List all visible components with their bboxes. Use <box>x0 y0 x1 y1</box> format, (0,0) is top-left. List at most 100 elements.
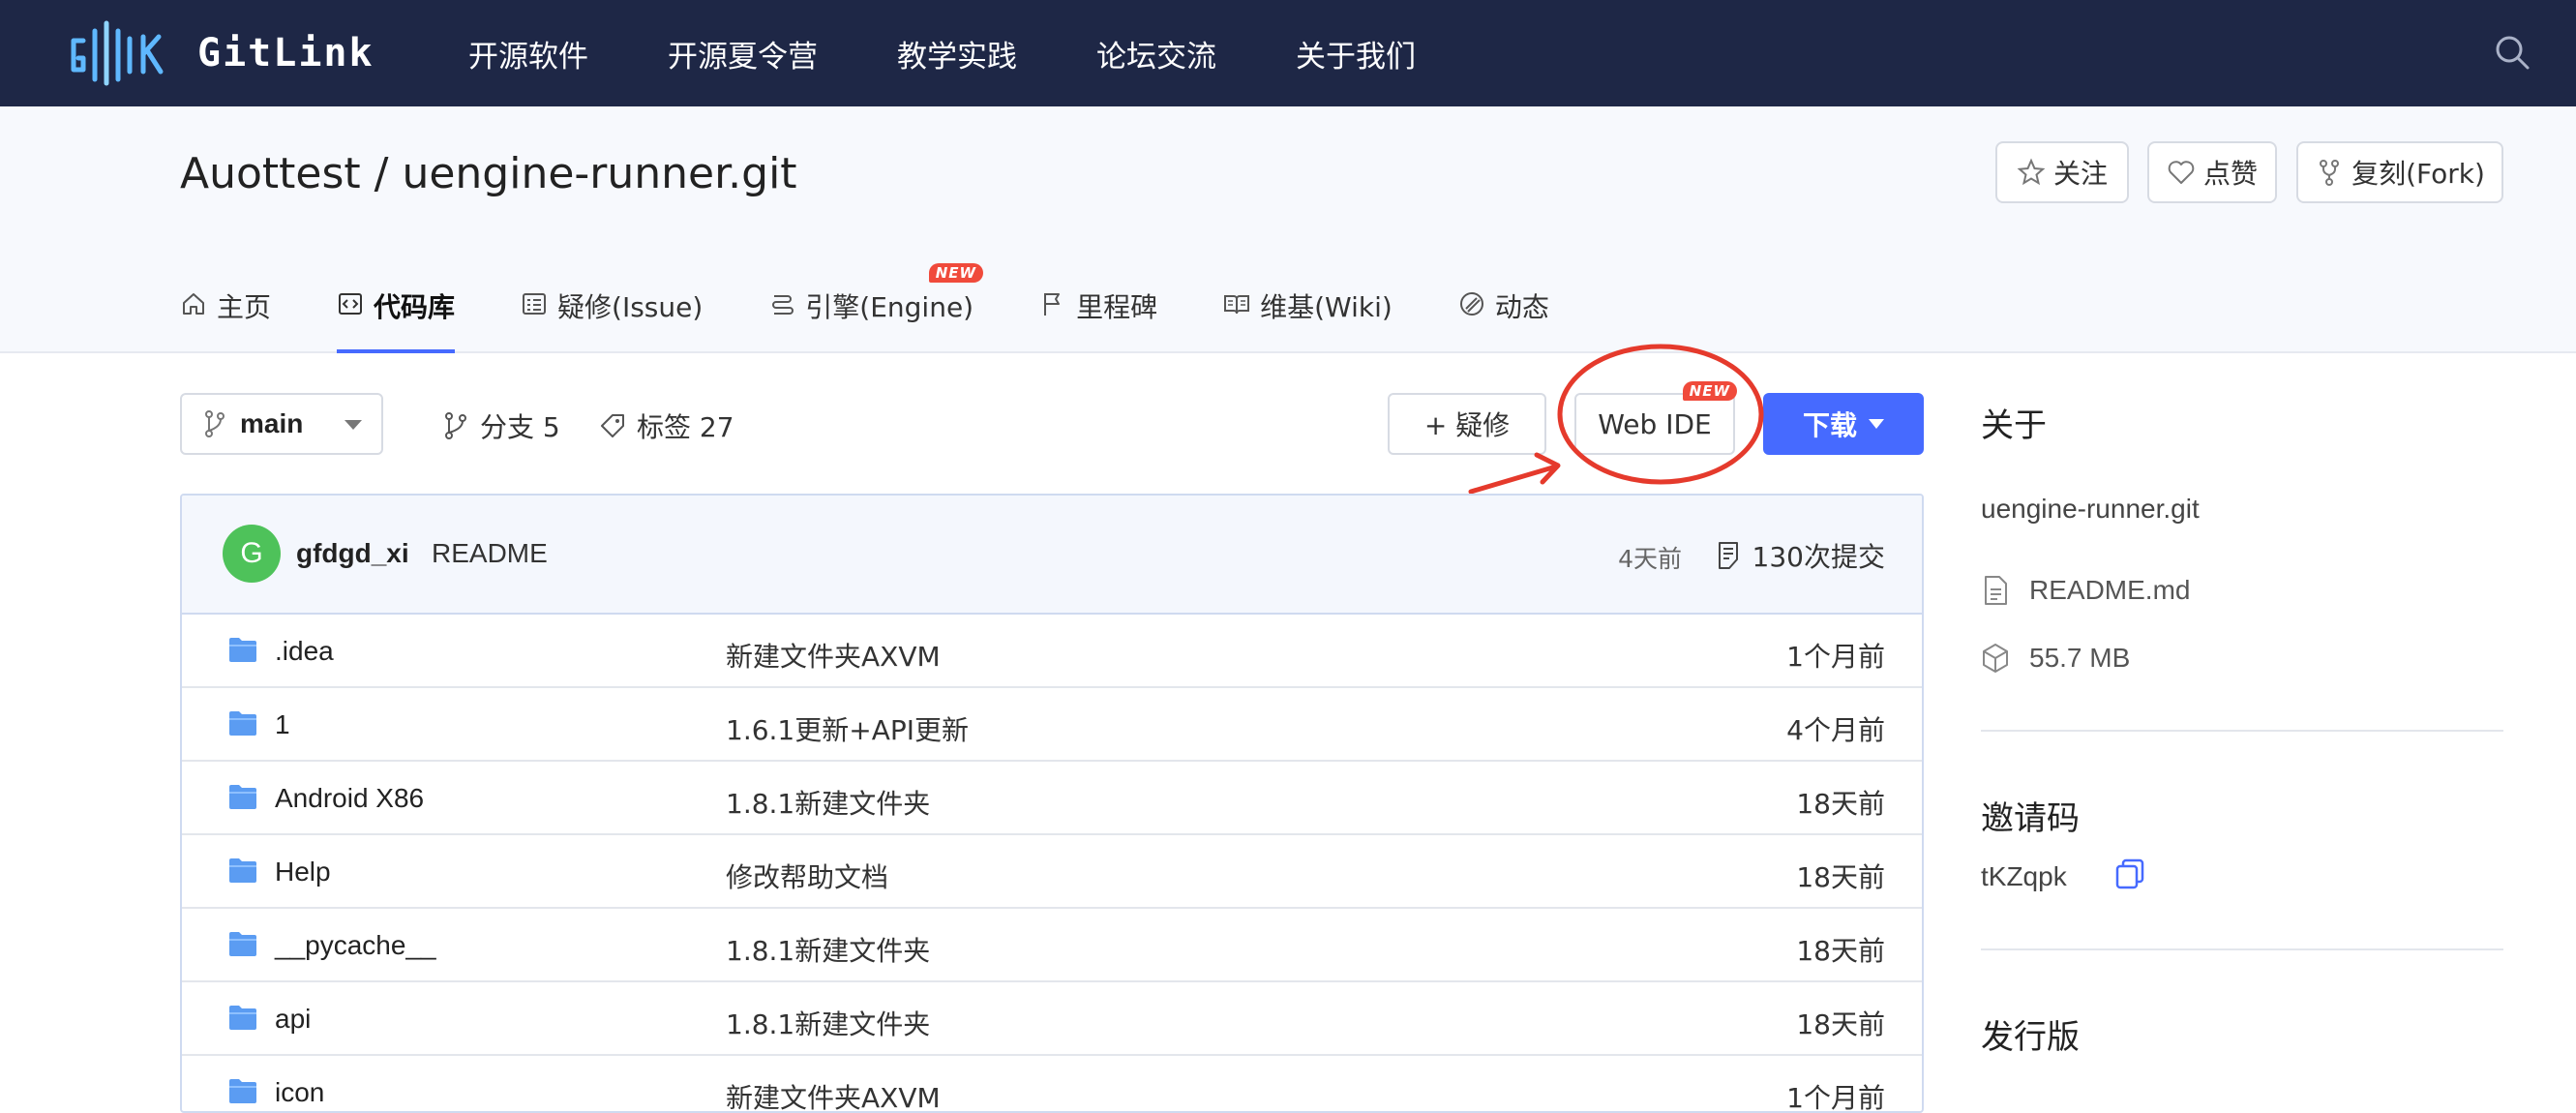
tab-label: 引擎(Engine) <box>805 291 974 323</box>
file-time: 18天前 <box>1796 935 1885 967</box>
repo-description: uengine-runner.git <box>1981 494 2200 524</box>
table-row[interactable]: __pycache__ 1.8.1新建文件夹 18天前 <box>182 909 1922 982</box>
branch-name: main <box>240 408 304 438</box>
tab-code[interactable]: 代码库 <box>337 277 456 353</box>
commit-list-icon <box>1718 542 1738 569</box>
file-commit-message[interactable]: 1.6.1更新+API更新 <box>726 709 969 748</box>
file-time: 18天前 <box>1796 1008 1885 1040</box>
table-row[interactable]: .idea 新建文件夹AXVM 1个月前 <box>182 615 1922 688</box>
flag-icon <box>1044 293 1061 316</box>
tab-engine[interactable]: 引擎(Engine) NEW <box>768 263 984 353</box>
file-time: 18天前 <box>1796 861 1885 893</box>
search-icon[interactable] <box>2493 33 2531 72</box>
repo-size-value: 55.7 MB <box>2029 643 2131 673</box>
tab-label: 疑修(Issue) <box>557 291 704 323</box>
home-icon <box>183 293 204 315</box>
tab-milestones[interactable]: 里程碑 <box>1039 277 1157 353</box>
latest-commit-bar: G gfdgd_xi README 4天前 130次提交 <box>182 496 1922 615</box>
main-nav: 开源软件 开源夏令营 教学实践 论坛交流 关于我们 <box>468 0 1495 106</box>
releases-heading: 发行版 <box>1981 1018 2080 1057</box>
top-navbar: GitLink 开源软件 开源夏令营 教学实践 论坛交流 关于我们 <box>0 0 2576 106</box>
file-name[interactable]: Android X86 <box>275 783 424 814</box>
fork-button[interactable]: 复刻(Fork) <box>2296 141 2503 203</box>
star-button[interactable]: 点赞 <box>2147 141 2277 203</box>
branch-select[interactable]: main <box>180 393 383 455</box>
project-title[interactable]: Auottest / uengine-runner.git <box>180 149 797 198</box>
file-name[interactable]: api <box>275 1004 311 1035</box>
table-row[interactable]: icon 新建文件夹AXVM 1个月前 <box>182 1056 1922 1113</box>
file-name[interactable]: .idea <box>275 636 334 667</box>
nav-item-forum[interactable]: 论坛交流 <box>1096 32 1216 75</box>
tab-label: 里程碑 <box>1076 291 1158 323</box>
project-header: Auottest / uengine-runner.git 关注 点赞 复刻(F… <box>0 106 2576 353</box>
folder-icon <box>229 1006 256 1030</box>
tab-home[interactable]: 主页 <box>180 277 271 353</box>
tab-activity[interactable]: 动态 <box>1458 277 1549 353</box>
avatar[interactable]: G <box>223 525 281 583</box>
file-time: 1个月前 <box>1786 1082 1885 1113</box>
repo-tabs: 主页 代码库 疑修(Issue) 引擎(Engine) NEW 里程碑 维基(W… <box>180 263 1615 353</box>
copy-icon[interactable] <box>2113 857 2146 890</box>
folder-icon <box>229 1079 256 1103</box>
table-row[interactable]: Android X86 1.8.1新建文件夹 18天前 <box>182 762 1922 835</box>
star-icon <box>2017 158 2046 186</box>
chevron-down-icon <box>1869 419 1884 429</box>
repo-size: 55.7 MB <box>1981 643 2130 674</box>
file-commit-message[interactable]: 1.8.1新建文件夹 <box>726 930 930 969</box>
file-name[interactable]: icon <box>275 1077 324 1108</box>
watch-label: 关注 <box>2052 158 2108 190</box>
file-name[interactable]: 1 <box>275 709 290 740</box>
activity-icon <box>1459 292 1483 316</box>
nav-item-open-source[interactable]: 开源软件 <box>468 32 588 75</box>
tab-label: 动态 <box>1494 291 1549 323</box>
tag-icon <box>601 414 624 437</box>
nav-item-summer-camp[interactable]: 开源夏令营 <box>668 32 818 75</box>
issue-icon <box>523 293 547 315</box>
new-issue-button[interactable]: + 疑修 <box>1388 393 1546 455</box>
brand-name: GitLink <box>197 31 374 75</box>
file-commit-message[interactable]: 新建文件夹AXVM <box>726 1077 941 1111</box>
web-ide-button[interactable]: Web IDE NEW <box>1574 381 1737 455</box>
file-list: G gfdgd_xi README 4天前 130次提交 .idea 新建文件夹… <box>180 494 1924 1113</box>
tab-wiki[interactable]: 维基(Wiki) <box>1223 277 1393 353</box>
file-icon <box>1985 576 2007 605</box>
readme-link[interactable]: README.md <box>1981 575 2190 606</box>
file-name[interactable]: __pycache__ <box>275 930 436 961</box>
invite-code: tKZqpk <box>1981 861 2067 891</box>
folder-icon <box>229 638 256 662</box>
table-row[interactable]: api 1.8.1新建文件夹 18天前 <box>182 982 1922 1056</box>
package-icon <box>1983 644 2008 673</box>
folder-icon <box>229 785 256 809</box>
file-commit-message[interactable]: 修改帮助文档 <box>726 857 888 895</box>
download-button[interactable]: 下载 <box>1763 393 1924 455</box>
fork-icon <box>2320 160 2340 186</box>
invite-code-heading: 邀请码 <box>1981 799 2080 838</box>
branch-icon <box>205 410 225 437</box>
nav-item-about[interactable]: 关于我们 <box>1296 32 1416 75</box>
branches-link[interactable]: 分支 5 <box>441 406 560 445</box>
tab-issues[interactable]: 疑修(Issue) <box>521 277 703 353</box>
readme-label: README.md <box>2029 575 2191 605</box>
tags-count: 标签 27 <box>637 411 734 443</box>
commit-author[interactable]: gfdgd_xi <box>296 538 409 569</box>
commit-count-link[interactable]: 130次提交 <box>1716 536 1885 575</box>
file-time: 4个月前 <box>1786 714 1885 746</box>
new-badge: NEW <box>1682 381 1737 401</box>
file-commit-message[interactable]: 1.8.1新建文件夹 <box>726 1004 930 1042</box>
heart-icon <box>2168 161 2195 184</box>
tab-label: 维基(Wiki) <box>1260 291 1393 323</box>
code-icon <box>339 293 363 315</box>
commit-message[interactable]: README <box>432 538 548 569</box>
tags-link[interactable]: 标签 27 <box>598 406 734 445</box>
watch-button[interactable]: 关注 <box>1995 141 2129 203</box>
gitlink-logo[interactable]: GitLink <box>70 19 374 87</box>
file-name[interactable]: Help <box>275 857 331 887</box>
nav-item-teaching[interactable]: 教学实践 <box>897 32 1017 75</box>
table-row[interactable]: Help 修改帮助文档 18天前 <box>182 835 1922 909</box>
branches-count: 分支 5 <box>480 411 560 443</box>
download-label: 下载 <box>1802 409 1857 441</box>
file-commit-message[interactable]: 新建文件夹AXVM <box>726 636 941 675</box>
table-row[interactable]: 1 1.6.1更新+API更新 4个月前 <box>182 688 1922 762</box>
commit-count: 130次提交 <box>1752 541 1885 573</box>
file-commit-message[interactable]: 1.8.1新建文件夹 <box>726 783 930 822</box>
